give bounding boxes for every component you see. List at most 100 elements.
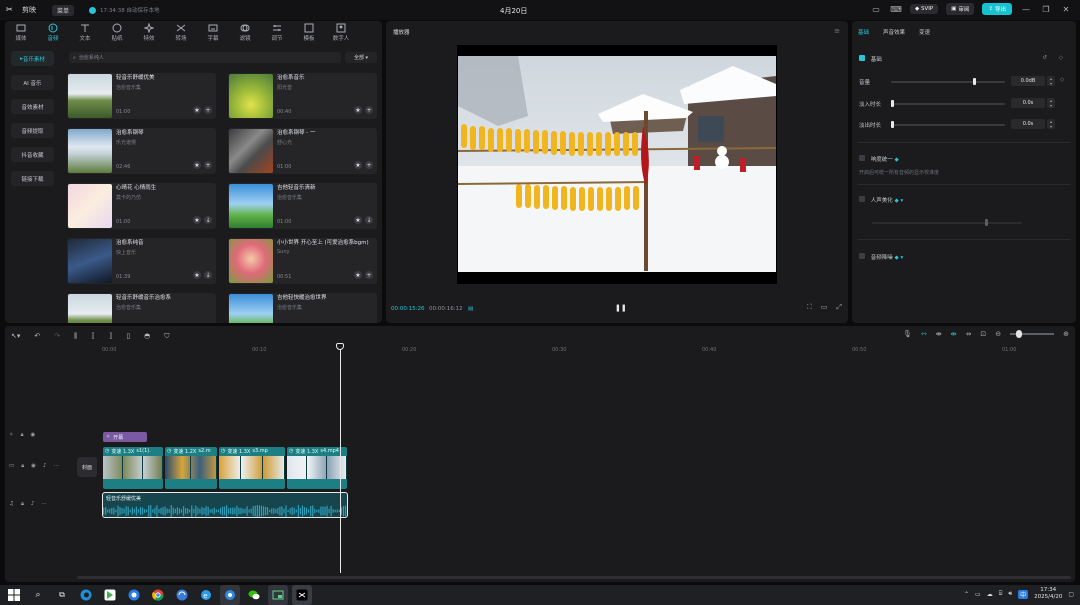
download-icon[interactable]: ↓ [204,271,212,279]
svip-button[interactable]: ◆ SVIP [909,4,939,14]
task-view-icon[interactable]: ⧉ [52,585,72,605]
category-ai-music[interactable]: AI 音乐 [11,75,54,90]
keyframe-icon[interactable]: ◇ [1059,55,1063,61]
add-icon[interactable]: + [365,271,373,279]
pause-button[interactable]: ❚❚ [615,304,627,312]
lock-icon[interactable]: 🔒︎ [21,432,24,439]
tab-sound-effect[interactable]: 声音效果 [883,28,905,36]
tab-adjust[interactable]: 调节 [261,21,293,43]
split-left-icon[interactable]: ⟦ [91,332,94,340]
tab-transition[interactable]: 转场 [165,21,197,43]
favorite-icon[interactable]: ★ [354,216,362,224]
volume-slider-knob[interactable] [973,78,976,85]
capcut-icon[interactable] [292,585,312,605]
zoom-out-icon[interactable]: ⊖ [995,330,1001,338]
tab-effects[interactable]: 特效 [133,21,165,43]
ratio-icon[interactable]: ▭ [821,303,828,312]
lock-icon[interactable]: 🔒︎ [21,463,24,470]
music-card[interactable]: 治愈系钢琴 - 一 舒心光 01:00 ★ + [228,128,377,174]
layout-icon[interactable]: ▭ [870,3,882,15]
add-icon[interactable]: + [365,106,373,114]
chrome-icon[interactable] [148,585,168,605]
keyframe-icon[interactable]: ◇ [1060,77,1064,83]
zoom-slider[interactable] [1010,330,1055,338]
zoom-in-icon[interactable]: ⊕ [1063,330,1069,338]
fade-out-value[interactable]: 0.0s [1011,119,1045,129]
export-button[interactable]: ⇪ 导出 [982,3,1012,15]
video-clip[interactable]: ◷ 变速 1.2X s2.m [165,447,217,489]
mute-icon[interactable]: ♪ [31,501,35,508]
tab-template[interactable]: 模板 [293,21,325,43]
volume-slider[interactable] [891,78,1005,85]
category-music[interactable]: ▸ 音乐素材 [11,51,54,66]
playhead[interactable] [340,343,341,573]
category-sound-effects[interactable]: 音效素材 [11,99,54,114]
edge-browser-icon[interactable] [76,585,96,605]
shield-icon[interactable]: ⛉ [164,332,169,341]
shortcut-icon[interactable]: ⌨ [890,3,902,15]
category-link-download[interactable]: 链接下载 [11,171,54,186]
category-audio-extract[interactable]: 音频提取 [11,123,54,138]
timeline-scrollbar[interactable] [77,576,1071,579]
add-icon[interactable]: + [204,106,212,114]
video-clip[interactable]: ◷ 变速 1.3X s4.mp4 [287,447,347,489]
network-icon[interactable]: ⌸ [999,590,1003,598]
cover-button[interactable]: 封面 [77,457,97,477]
voice-beautify-slider[interactable] [872,219,1022,226]
fade-out-slider-knob[interactable] [891,121,894,128]
favorite-icon[interactable]: ★ [354,271,362,279]
music-card[interactable]: 吉他轻快暖治愈世界 治愈音乐集 [228,293,377,323]
ime-icon[interactable]: 中 [1018,589,1029,599]
voice-beautify-checkbox[interactable] [859,196,865,202]
split-right-icon[interactable]: ⟧ [109,332,112,340]
loudness-checkbox[interactable] [859,155,865,161]
time-ruler[interactable]: 00:00 00:10 00:20 00:30 00:40 00:50 01:0… [102,346,1070,355]
favorite-icon[interactable]: ★ [354,106,362,114]
cloud-icon[interactable]: ☁ [987,591,993,598]
redo-icon[interactable]: ↷ [54,332,60,340]
search-input[interactable]: ⌕ 治愈系纯人 [69,52,341,63]
menu-button[interactable]: 菜单 [52,4,75,16]
audio-clip[interactable]: 轻音乐舒缓优美 [102,492,348,518]
review-button[interactable]: ▣ 审阅 [946,3,975,15]
volume-icon[interactable]: 🔊︎ [1008,590,1012,598]
tab-basic[interactable]: 基础 [858,28,869,36]
favorite-icon[interactable]: ★ [193,271,201,279]
category-douyin-fav[interactable]: 抖音收藏 [11,147,54,162]
main-track-magnet-icon[interactable]: ⇿ [921,330,927,338]
zoom-knob[interactable] [1016,330,1023,338]
delete-icon[interactable]: ▯ [126,332,130,340]
split-icon[interactable]: ⫼ [74,332,77,341]
tab-media[interactable]: 媒体 [5,21,37,43]
fit-icon[interactable]: ⊡ [980,330,986,338]
app-active-icon[interactable] [220,585,240,605]
link-icon[interactable]: ⇹ [951,330,957,338]
fade-out-slider[interactable] [891,121,1005,128]
tab-subtitle[interactable]: 字幕 [197,21,229,43]
favorite-icon[interactable]: ★ [193,216,201,224]
volume-stepper[interactable]: ▴ ▾ [1047,76,1055,86]
reset-icon[interactable]: ↺ [1042,55,1047,61]
more-icon[interactable]: ⋯ [41,501,47,508]
windows-start-icon[interactable] [4,585,24,605]
timecode-mode-icon[interactable]: ▤ [468,306,473,312]
add-icon[interactable]: + [365,161,373,169]
player-menu-icon[interactable]: ≡ [834,27,840,35]
mute-icon[interactable]: ♪ [43,463,47,470]
music-card[interactable]: 轻音乐舒缓音乐治愈系 治愈音乐集 [67,293,216,323]
tab-text[interactable]: 文本 [69,21,101,43]
favorite-icon[interactable]: ★ [354,161,362,169]
mark-icon[interactable]: ◓ [144,332,150,340]
project-title[interactable]: 4月20日 [500,6,527,16]
tab-audio[interactable]: 音频 [37,21,69,43]
notification-icon[interactable]: ▢ [1068,591,1074,598]
fullscreen-icon[interactable]: ⤢ [836,303,842,312]
volume-value[interactable]: 0.0dB [1011,76,1045,86]
display-icon[interactable]: ▭ [975,591,981,598]
system-clock[interactable]: 17:34 2025/4/20 [1034,587,1062,601]
effect-clip[interactable]: ✧ 开幕 [103,432,147,442]
lock-icon[interactable]: 🔒︎ [21,501,24,508]
download-icon[interactable]: ↓ [204,216,212,224]
tab-speed[interactable]: 变速 [919,28,930,36]
ie-icon[interactable]: e [196,585,216,605]
